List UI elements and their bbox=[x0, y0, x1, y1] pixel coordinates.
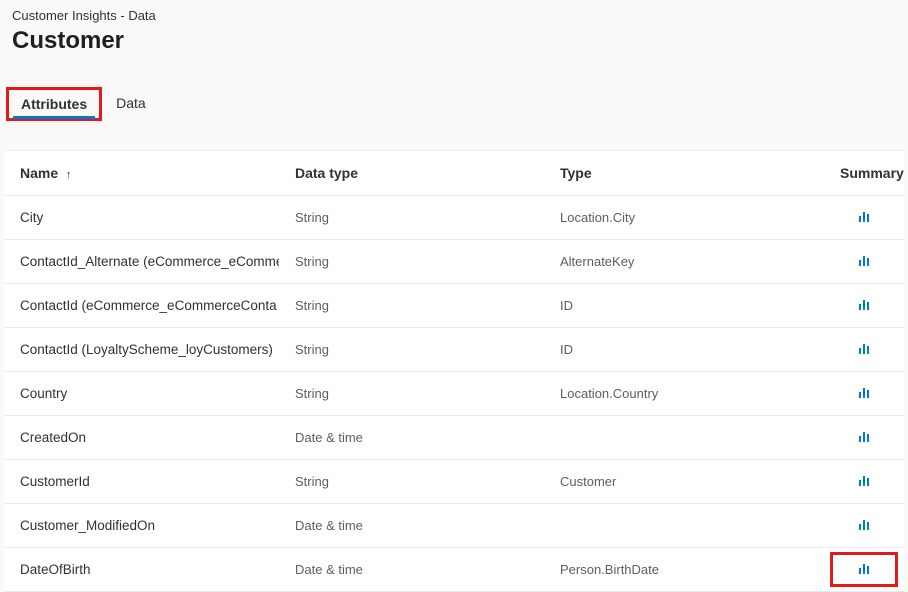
tabs: Attributes Data bbox=[6, 87, 902, 122]
summary-cell bbox=[824, 416, 904, 460]
type-cell: Location.City bbox=[544, 196, 824, 240]
type-cell: AlternateKey bbox=[544, 240, 824, 284]
tab-data[interactable]: Data bbox=[102, 87, 160, 121]
bar-chart-icon[interactable] bbox=[859, 386, 870, 398]
name-cell: ContactId (LoyaltyScheme_loyCustomers) bbox=[4, 328, 279, 372]
tab-attributes-highlight: Attributes bbox=[6, 87, 102, 121]
bar-chart-icon[interactable] bbox=[859, 518, 870, 530]
summary-cell bbox=[824, 460, 904, 504]
bar-chart-icon[interactable] bbox=[859, 254, 870, 266]
name-cell: ContactId_Alternate (eCommerce_eComme bbox=[4, 240, 279, 284]
name-cell: CreatedOn bbox=[4, 416, 279, 460]
data-type-cell: String bbox=[279, 460, 544, 504]
name-cell: CustomerId bbox=[4, 460, 279, 504]
data-type-cell: String bbox=[279, 196, 544, 240]
breadcrumb: Customer Insights - Data bbox=[12, 8, 896, 23]
name-cell: City bbox=[4, 196, 279, 240]
summary-cell bbox=[824, 240, 904, 284]
bar-chart-icon[interactable] bbox=[859, 474, 870, 486]
bar-chart-icon[interactable] bbox=[859, 298, 870, 310]
sort-asc-icon: ↑ bbox=[66, 169, 72, 181]
table-row: CreatedOnDate & time bbox=[4, 416, 904, 460]
column-header-data-type[interactable]: Data type bbox=[279, 151, 544, 196]
name-cell: Customer_ModifiedOn bbox=[4, 504, 279, 548]
type-cell: Customer bbox=[544, 460, 824, 504]
type-cell: Person.BirthDate bbox=[544, 548, 824, 592]
name-cell: ContactId (eCommerce_eCommerceConta bbox=[4, 284, 279, 328]
data-type-cell: String bbox=[279, 284, 544, 328]
table-row: CountryStringLocation.Country bbox=[4, 372, 904, 416]
table-row: ContactId (LoyaltyScheme_loyCustomers)St… bbox=[4, 328, 904, 372]
type-cell bbox=[544, 416, 824, 460]
type-cell bbox=[544, 504, 824, 548]
data-type-cell: String bbox=[279, 372, 544, 416]
column-header-summary[interactable]: Summary bbox=[824, 151, 904, 196]
data-type-cell: String bbox=[279, 328, 544, 372]
table-row: ContactId (eCommerce_eCommerceContaStrin… bbox=[4, 284, 904, 328]
bar-chart-icon[interactable] bbox=[859, 430, 870, 442]
data-type-cell: Date & time bbox=[279, 548, 544, 592]
table-row: DateOfBirthDate & timePerson.BirthDate bbox=[4, 548, 904, 592]
attributes-table-wrap: Name ↑ Data type Type Summary CityString… bbox=[4, 150, 904, 592]
table-row: ContactId_Alternate (eCommerce_eCommeStr… bbox=[4, 240, 904, 284]
type-cell: ID bbox=[544, 284, 824, 328]
column-header-type[interactable]: Type bbox=[544, 151, 824, 196]
name-cell: Country bbox=[4, 372, 279, 416]
data-type-cell: String bbox=[279, 240, 544, 284]
summary-cell bbox=[824, 196, 904, 240]
name-cell: DateOfBirth bbox=[4, 548, 279, 592]
bar-chart-icon[interactable] bbox=[859, 342, 870, 354]
summary-cell bbox=[824, 548, 904, 592]
table-row: Customer_ModifiedOnDate & time bbox=[4, 504, 904, 548]
data-type-cell: Date & time bbox=[279, 416, 544, 460]
data-type-cell: Date & time bbox=[279, 504, 544, 548]
type-cell: Location.Country bbox=[544, 372, 824, 416]
bar-chart-icon[interactable] bbox=[859, 562, 870, 574]
attributes-table: Name ↑ Data type Type Summary CityString… bbox=[4, 151, 904, 592]
bar-chart-icon[interactable] bbox=[859, 210, 870, 222]
type-cell: ID bbox=[544, 328, 824, 372]
summary-cell bbox=[824, 504, 904, 548]
summary-cell bbox=[824, 284, 904, 328]
table-row: CityStringLocation.City bbox=[4, 196, 904, 240]
tab-attributes[interactable]: Attributes bbox=[9, 90, 99, 118]
summary-cell bbox=[824, 328, 904, 372]
summary-cell bbox=[824, 372, 904, 416]
table-row: CustomerIdStringCustomer bbox=[4, 460, 904, 504]
page-title: Customer bbox=[12, 27, 896, 55]
column-header-name[interactable]: Name ↑ bbox=[4, 151, 279, 196]
column-header-name-label: Name bbox=[20, 165, 58, 181]
